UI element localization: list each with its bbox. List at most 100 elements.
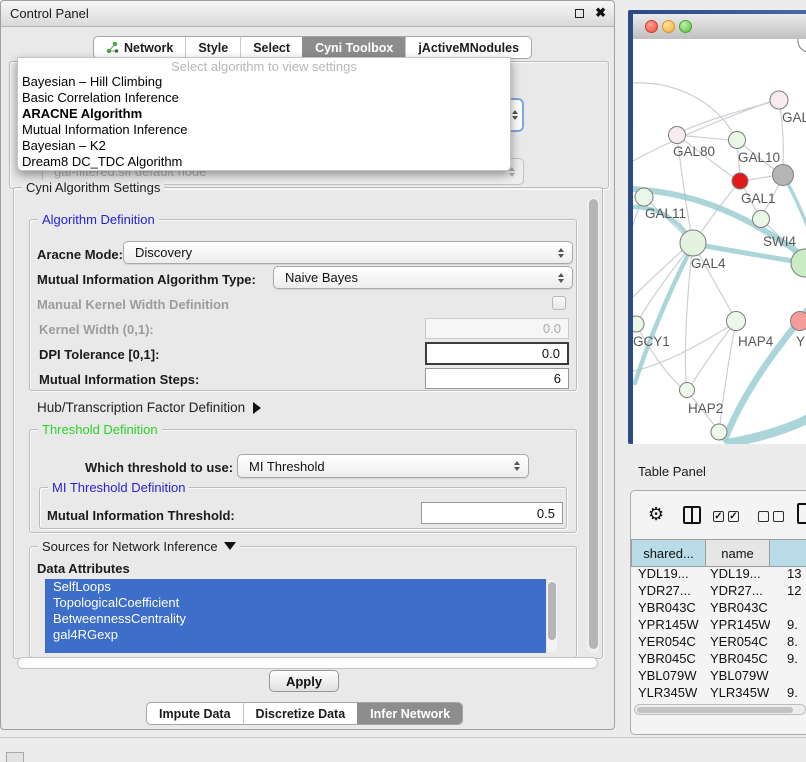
algorithm-option-bayesian-k2[interactable]: Bayesian – K2 <box>18 138 510 154</box>
hub-expander[interactable]: Hub/Transcription Factor Definition <box>37 400 261 415</box>
attribute-item-betweennesscentrality[interactable]: BetweennessCentrality <box>45 611 546 627</box>
tab-label: jActiveMNodules <box>418 41 519 55</box>
settings-horizontal-scrollbar[interactable] <box>17 657 598 669</box>
attribute-item-topologicalcoefficient[interactable]: TopologicalCoefficient <box>45 595 546 611</box>
node-gal-upper[interactable] <box>770 91 788 109</box>
mi-threshold-input[interactable]: 0.5 <box>421 502 563 524</box>
table-cell: YBR045C <box>631 650 704 667</box>
algorithm-option-mutual-information-inference[interactable]: Mutual Information Inference <box>18 122 510 138</box>
table-row[interactable]: YBR043CYBR043C <box>631 599 806 616</box>
algorithm-option-aracne-algorithm[interactable]: ARACNE Algorithm <box>18 106 510 122</box>
node-hap2[interactable] <box>680 383 695 398</box>
columns-icon[interactable] <box>683 506 701 524</box>
table-cell: YER054C <box>631 633 704 650</box>
network-edge[interactable] <box>748 176 773 180</box>
table-row[interactable]: YPR145WYPR145W9. <box>631 616 806 633</box>
tab-network[interactable]: Network <box>94 37 185 58</box>
mi-steps-input[interactable]: 6 <box>425 368 569 389</box>
table-row[interactable]: YBL079WYBL079W <box>631 667 806 684</box>
algorithm-option-bayesian-hill-climbing[interactable]: Bayesian – Hill Climbing <box>18 74 510 90</box>
node-label-gal80: GAL80 <box>673 144 715 159</box>
node-gcy1[interactable] <box>633 316 644 332</box>
algorithm-option-basic-correlation-inference[interactable]: Basic Correlation Inference <box>18 90 510 106</box>
network-edge[interactable] <box>692 321 736 384</box>
node-selected-red[interactable] <box>732 173 748 189</box>
node-hap4[interactable] <box>727 312 746 331</box>
node-gal10[interactable] <box>729 132 746 149</box>
tab-label: Cyni Toolbox <box>315 41 393 55</box>
which-threshold-label: Which threshold to use: <box>85 460 233 475</box>
table-cell: YBR045C <box>704 650 770 667</box>
node-bottom-partial[interactable] <box>711 424 727 440</box>
attributes-vertical-scrollbar[interactable] <box>547 580 557 652</box>
column-header-shared[interactable]: shared... <box>631 540 706 566</box>
network-edge[interactable] <box>640 243 693 318</box>
attribute-item-gal4rgexp[interactable]: gal4RGexp <box>45 627 546 643</box>
tab-infer-network[interactable]: Infer Network <box>357 703 462 724</box>
column-header-clipped[interactable] <box>770 540 806 566</box>
table-horizontal-scrollbar[interactable] <box>634 704 806 715</box>
deselect-checkbox-icon-2[interactable] <box>773 511 784 522</box>
tab-cyni-toolbox[interactable]: Cyni Toolbox <box>302 37 405 58</box>
deselect-checkbox-icon[interactable] <box>758 511 769 522</box>
network-edge-highlighted[interactable] <box>635 245 693 383</box>
tab-jactivemnodules[interactable]: jActiveMNodules <box>405 37 531 58</box>
table-cell: YPR145W <box>704 616 770 633</box>
node-big-green[interactable] <box>791 249 806 277</box>
expander-down-icon <box>224 542 236 550</box>
which-threshold-combo[interactable]: MI Threshold <box>237 454 529 478</box>
new-table-icon[interactable] <box>797 503 806 524</box>
close-icon[interactable]: ✖ <box>595 5 606 21</box>
dpi-tolerance-input[interactable]: 0.0 <box>425 342 569 365</box>
node-gal11[interactable] <box>635 188 653 206</box>
data-attributes-list[interactable]: SelfLoopsTopologicalCoefficientBetweenne… <box>45 579 546 653</box>
float-panel-icon[interactable] <box>575 9 584 18</box>
table-row[interactable]: YDR27...YDR27...12 <box>631 582 806 599</box>
node-salmon[interactable] <box>791 312 806 331</box>
tab-select[interactable]: Select <box>240 37 302 58</box>
node-gal4[interactable] <box>680 230 706 256</box>
table-row[interactable]: YLR345WYLR345W9. <box>631 684 806 701</box>
mi-threshold-value: 0.5 <box>537 506 555 521</box>
attribute-item-partial[interactable] <box>45 643 546 653</box>
select-all-checkbox-icon[interactable]: ✓ <box>713 511 724 522</box>
close-traffic-light[interactable] <box>645 20 658 33</box>
attribute-item-selfloops[interactable]: SelfLoops <box>45 579 546 595</box>
node-swi4[interactable] <box>753 211 770 228</box>
tab-label: Network <box>124 41 173 55</box>
node-gal80[interactable] <box>669 127 686 144</box>
gear-icon[interactable]: ⚙ <box>648 504 664 525</box>
table-row[interactable]: YDL19...YDL19...13 <box>631 565 806 582</box>
kernel-width-input[interactable]: 0.0 <box>425 318 569 339</box>
select-all-checkbox-icon-2[interactable]: ✓ <box>728 511 739 522</box>
table-cell: 12 <box>770 582 801 599</box>
network-edge-highlighted[interactable] <box>729 409 806 443</box>
zoom-traffic-light[interactable] <box>679 20 692 33</box>
network-window-titlebar[interactable] <box>633 14 806 40</box>
network-canvas[interactable]: GALGAL80GAL10GAL1SWI4GAL11GAL4GCY1HAP4YH… <box>633 39 806 444</box>
mi-type-combo[interactable]: Naive Bayes <box>273 266 573 289</box>
apply-button[interactable]: Apply <box>269 670 339 692</box>
node-top-partial[interactable] <box>798 39 806 52</box>
tab-style[interactable]: Style <box>185 37 240 58</box>
settings-vertical-scrollbar[interactable] <box>587 197 599 653</box>
aracne-mode-value: Discovery <box>135 245 192 260</box>
sources-legend[interactable]: Sources for Network Inference <box>38 539 240 554</box>
table-panel-title: Table Panel <box>638 464 706 479</box>
table-row[interactable]: YER054CYER054C8. <box>631 633 806 650</box>
algorithm-option-dream8-dc-tdc-algorithm[interactable]: Dream8 DC_TDC Algorithm <box>18 154 510 170</box>
minimized-panel-icon[interactable] <box>6 752 24 762</box>
tab-label: Style <box>198 41 228 55</box>
minimize-traffic-light[interactable] <box>662 20 675 33</box>
control-panel-titlebar[interactable]: Control Panel ✖ <box>1 1 614 27</box>
table-cell: 8. <box>770 633 798 650</box>
table-row[interactable]: YBR045CYBR045C9. <box>631 650 806 667</box>
apply-button-label: Apply <box>286 674 322 689</box>
aracne-mode-combo[interactable]: Discovery <box>123 241 573 264</box>
tab-discretize-data[interactable]: Discretize Data <box>243 703 358 724</box>
column-header-name[interactable]: name <box>706 540 770 566</box>
threshold-definition-legend: Threshold Definition <box>38 422 162 437</box>
manual-kernel-checkbox[interactable] <box>552 296 566 310</box>
tab-impute-data[interactable]: Impute Data <box>147 703 243 724</box>
node-gray[interactable] <box>773 165 794 186</box>
